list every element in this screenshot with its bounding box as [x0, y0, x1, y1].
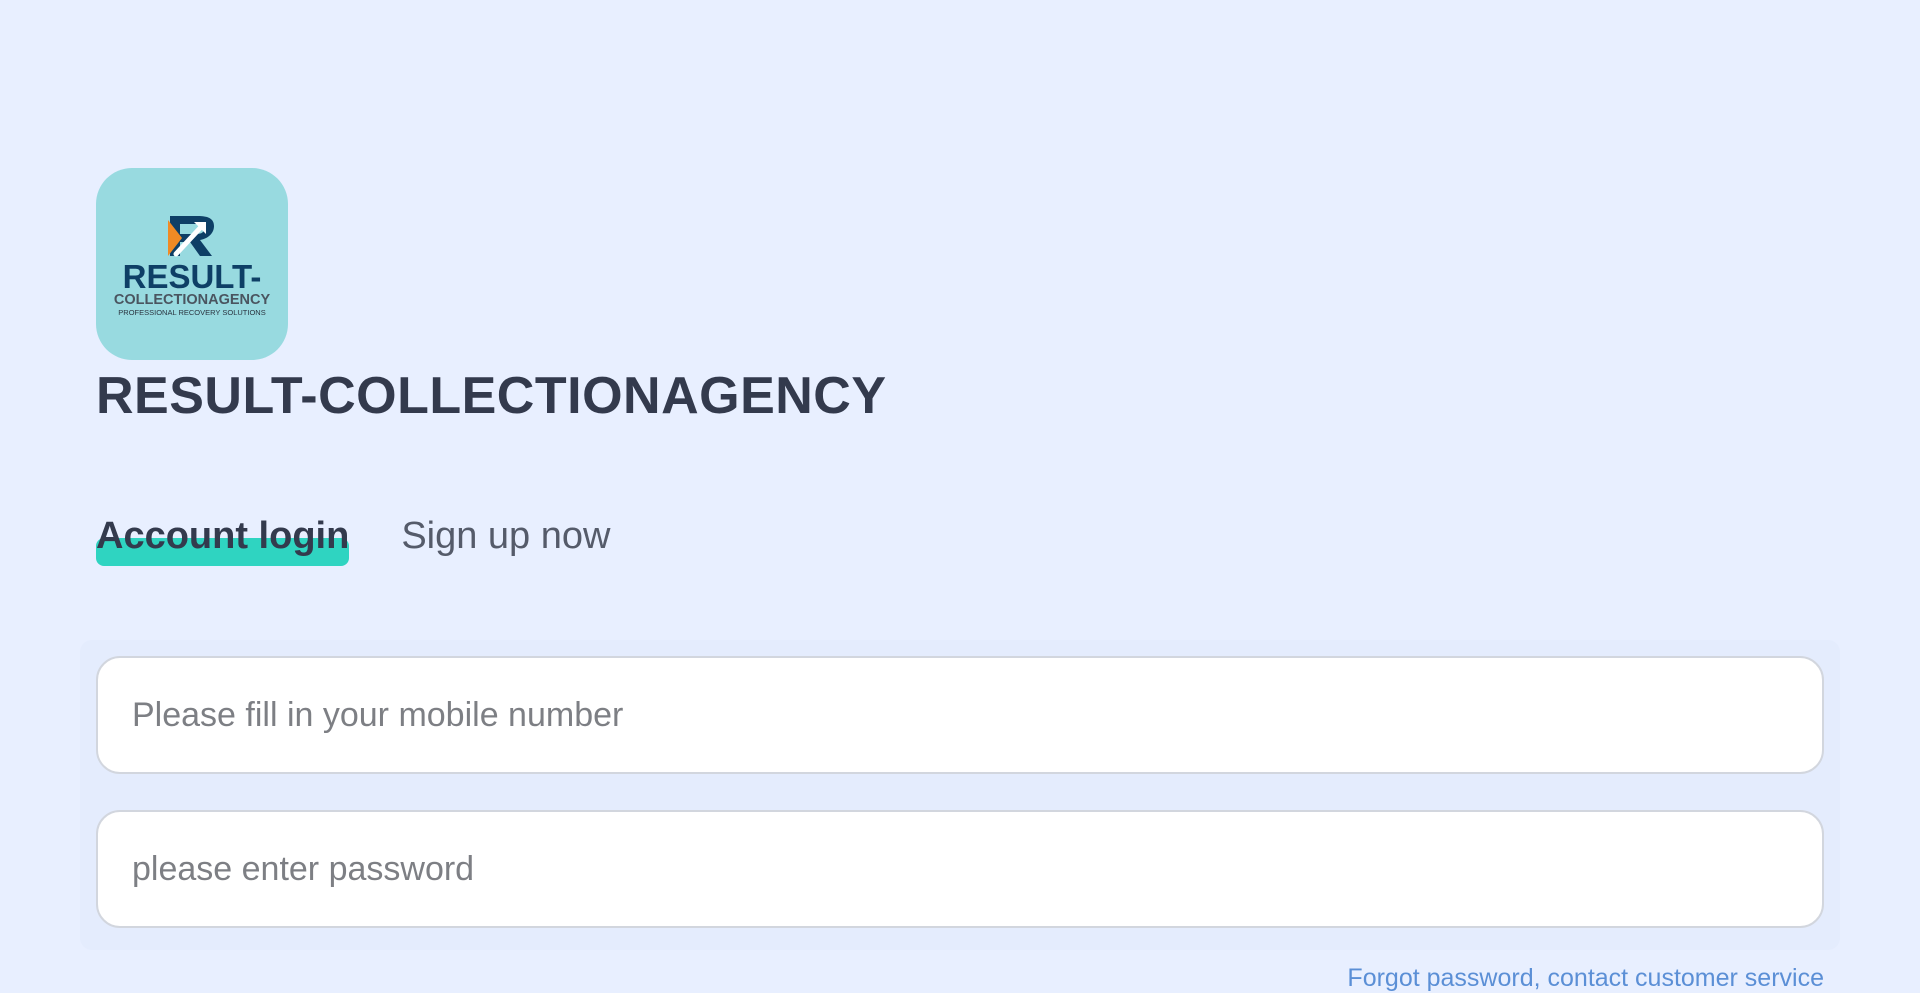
logo-subline: COLLECTIONAGENCY: [114, 292, 271, 308]
password-field[interactable]: [96, 810, 1824, 928]
logo-tagline: PROFESSIONAL RECOVERY SOLUTIONS: [118, 308, 265, 317]
tab-sign-up[interactable]: Sign up now: [401, 510, 610, 562]
tab-account-login[interactable]: Account login: [96, 510, 350, 566]
app-title: RESULT-COLLECTIONAGENCY: [96, 367, 887, 425]
forgot-password-link[interactable]: Forgot password, contact customer servic…: [1347, 964, 1824, 993]
mobile-input[interactable]: [98, 658, 1822, 772]
logo-wordmark: RESULT-: [123, 258, 262, 295]
password-input[interactable]: [98, 812, 1822, 926]
mobile-field[interactable]: [96, 656, 1824, 774]
login-page: RESULT- COLLECTIONAGENCY PROFESSIONAL RE…: [0, 0, 1920, 993]
logo-graphic: RESULT- COLLECTIONAGENCY PROFESSIONAL RE…: [114, 216, 271, 317]
auth-tabs: Account login Sign up now: [96, 510, 610, 570]
tab-label: Account login: [96, 515, 350, 557]
tab-label: Sign up now: [401, 515, 611, 557]
app-logo-icon: RESULT- COLLECTIONAGENCY PROFESSIONAL RE…: [96, 168, 288, 360]
